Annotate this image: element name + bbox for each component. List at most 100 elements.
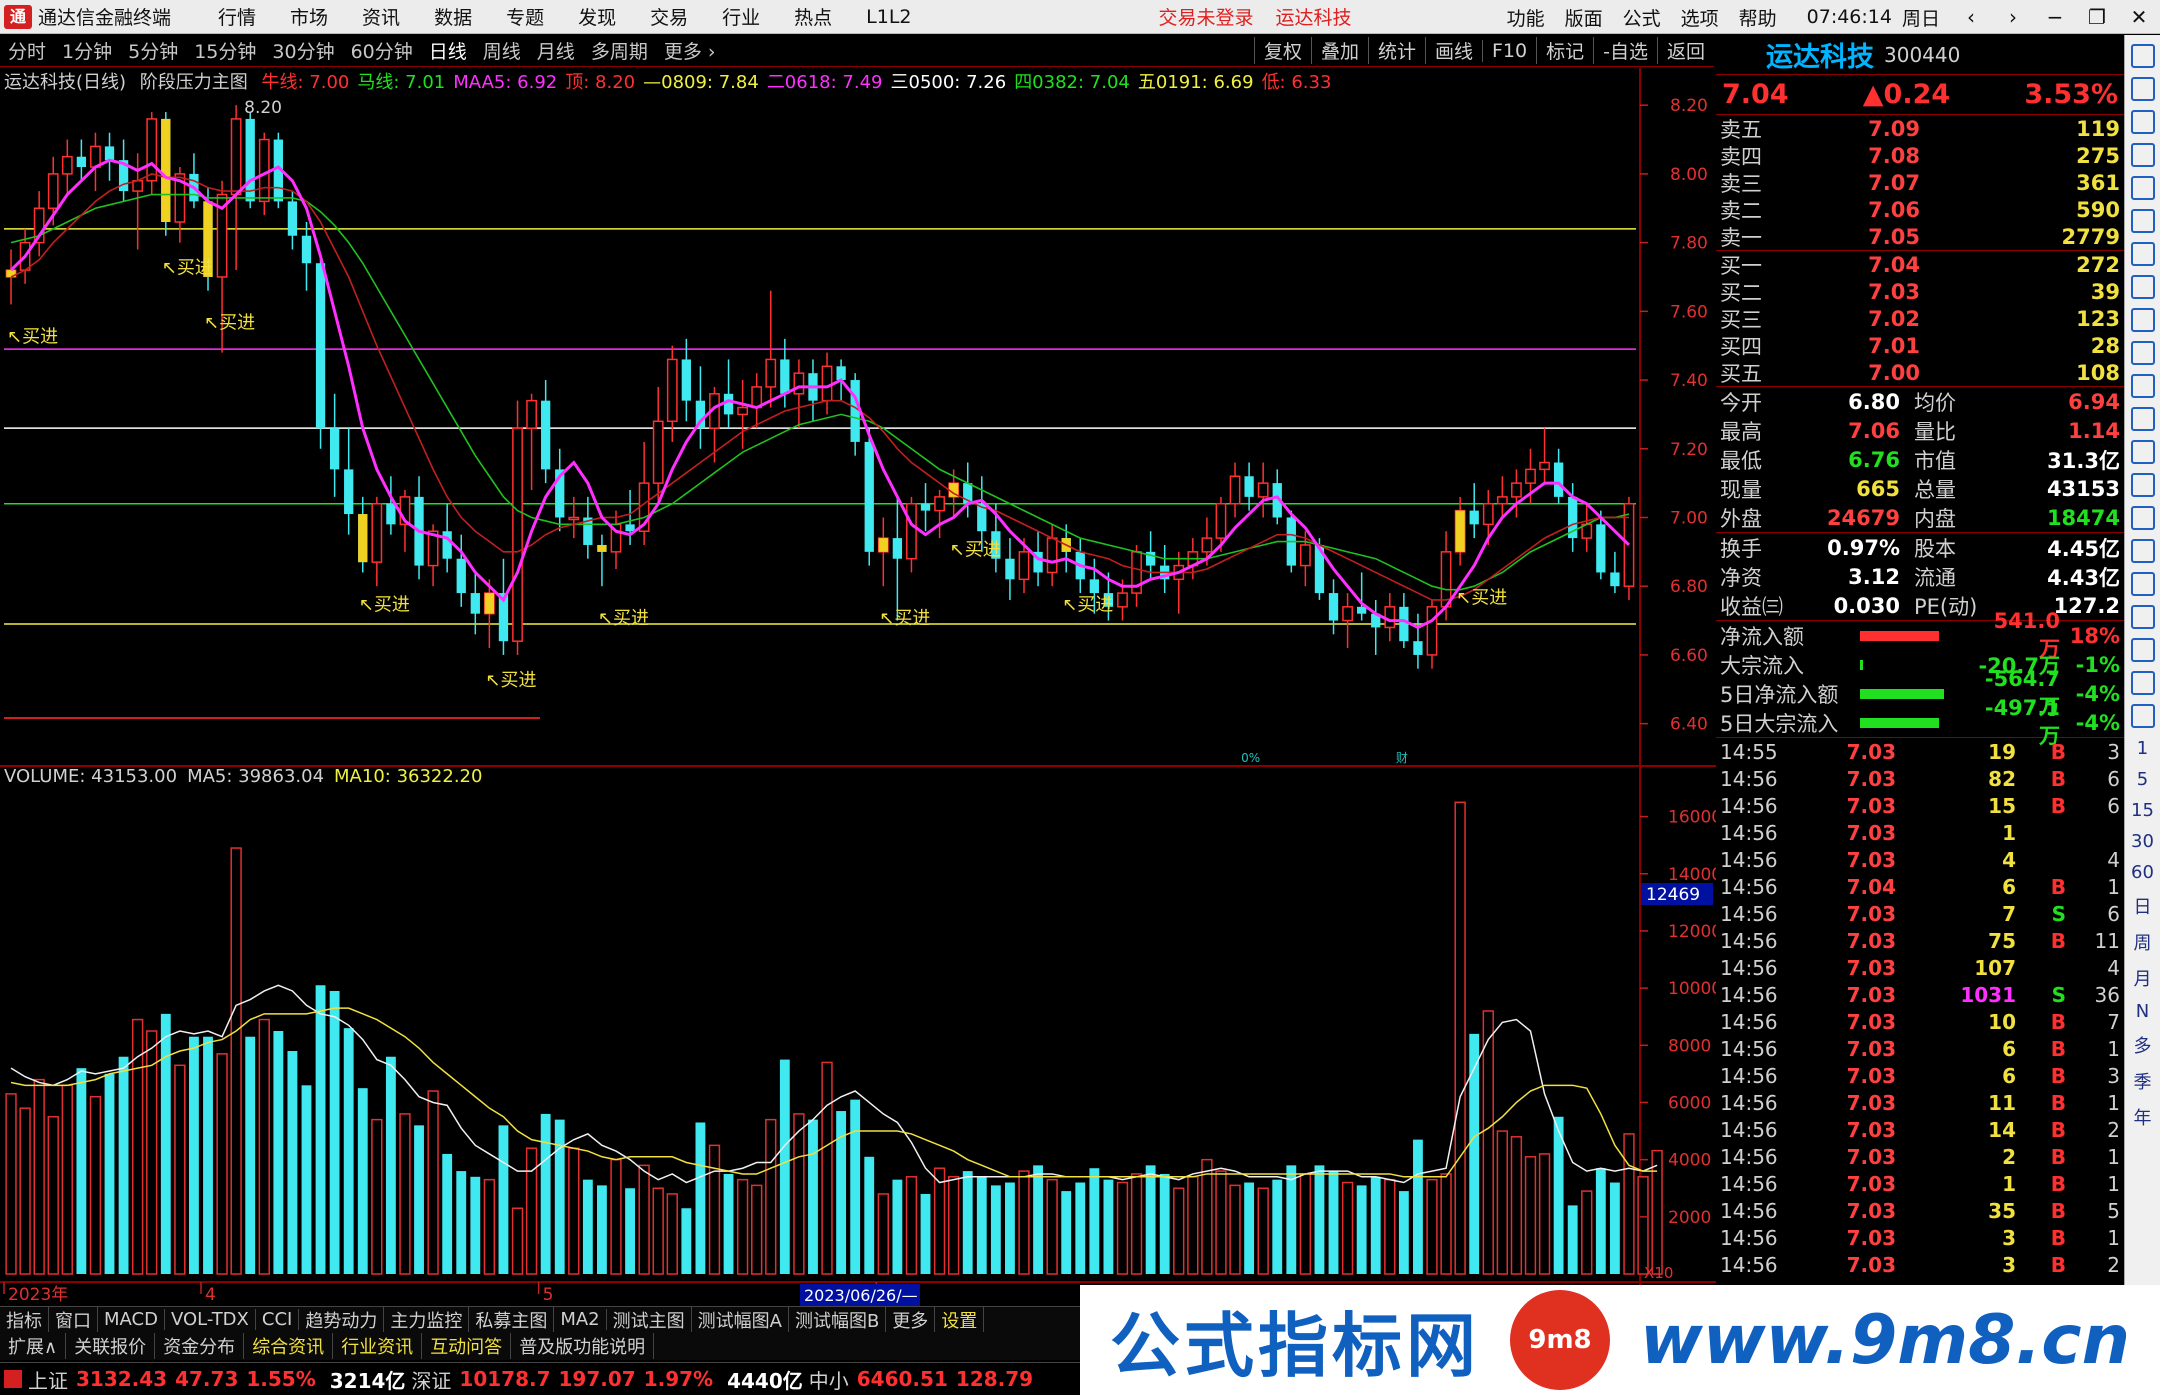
menu-faxian[interactable]: 发现 [578,3,616,30]
sidebar-period[interactable]: N [2136,1001,2149,1022]
book-row[interactable]: 买四 7.01 28 [1716,332,2124,359]
tick-row[interactable]: 14:56 7.03 1 B 1 [1716,1170,2124,1197]
index-name[interactable]: 深证 [411,1365,451,1394]
close-icon[interactable]: ✕ [2118,5,2160,29]
extension-tab[interactable]: 扩展∧ [0,1333,67,1359]
menu-bangzhu[interactable]: 帮助 [1739,4,1777,31]
table-icon[interactable] [2130,308,2155,332]
trade-login-status[interactable]: 交易未登录 [1159,3,1254,30]
tool-huaxian[interactable]: 画线 [1424,37,1482,64]
minimize-icon[interactable]: − [2034,5,2076,29]
sidebar-period[interactable]: 季 [2134,1068,2152,1094]
indicator-tab[interactable]: 主力监控 [384,1306,470,1333]
tool-f10[interactable]: F10 [1482,39,1536,62]
back-icon[interactable]: ‹ [1950,5,1992,29]
book-row[interactable]: 买一 7.04 272 [1716,251,2124,278]
tick-row[interactable]: 14:56 7.03 2 B 1 [1716,1143,2124,1170]
extension-tab[interactable]: 关联报价 [66,1333,156,1359]
indicator-tab[interactable]: 趋势动力 [299,1306,385,1333]
tick-row[interactable]: 14:56 7.03 1 [1716,819,2124,846]
indicator-tab[interactable]: 私募主图 [469,1306,555,1333]
tick-row[interactable]: 14:56 7.03 7 S 6 [1716,900,2124,927]
down-icon[interactable] [2130,110,2155,134]
f3-icon[interactable] [2130,539,2155,563]
menu-xuanxiang[interactable]: 选项 [1681,4,1719,31]
index-name[interactable]: 中小 [809,1365,849,1394]
tick-row[interactable]: 14:55 7.03 19 B 3 [1716,738,2124,765]
pen-icon[interactable] [2130,638,2155,662]
rsi-icon[interactable] [2130,572,2155,596]
indicator-tab[interactable]: MA2 [554,1309,607,1330]
tool-zixuan[interactable]: -自选 [1593,37,1657,64]
book-row[interactable]: 卖一 7.05 2779 [1716,223,2124,250]
menu-gongneng[interactable]: 功能 [1507,4,1545,31]
menu-hangqing[interactable]: 行情 [218,3,256,30]
book-row[interactable]: 买二 7.03 39 [1716,278,2124,305]
book-row[interactable]: 买五 7.00 108 [1716,359,2124,386]
tool-diejia[interactable]: 叠加 [1310,37,1368,64]
tick-row[interactable]: 14:56 7.03 107 4 [1716,954,2124,981]
indicator-tab[interactable]: CCI [256,1309,300,1330]
tag-icon[interactable] [2130,473,2155,497]
sidebar-period[interactable]: 周 [2134,929,2152,955]
menu-shuju[interactable]: 数据 [434,3,472,30]
fin-icon[interactable] [2130,341,2155,365]
menu-gongshi[interactable]: 公式 [1623,4,1661,31]
sidebar-period[interactable]: 年 [2134,1104,2152,1130]
chevron-up-icon[interactable] [2130,44,2155,68]
tick-row[interactable]: 14:56 7.03 1031 S 36 [1716,981,2124,1008]
period-daily[interactable]: 日线 [429,37,467,64]
menu-hangye[interactable]: 行业 [722,3,760,30]
tick-row[interactable]: 14:56 7.03 10 B 7 [1716,1008,2124,1035]
tick-row[interactable]: 14:56 7.03 6 B 3 [1716,1062,2124,1089]
cross-icon[interactable] [2130,275,2155,299]
indicator-tab[interactable]: 测试幅图B [789,1306,887,1333]
menu-jiaoyi[interactable]: 交易 [650,3,688,30]
tool-tongji[interactable]: 统计 [1367,37,1425,64]
tool-biaoji[interactable]: 标记 [1536,37,1593,64]
period-60min[interactable]: 60分钟 [351,37,413,64]
alpha-icon[interactable] [2130,374,2155,398]
ext-icon[interactable] [2130,704,2155,728]
book-row[interactable]: 卖二 7.06 590 [1716,196,2124,223]
f10-icon[interactable] [2130,440,2155,464]
sidebar-period[interactable]: 60 [2131,862,2154,883]
calc-icon[interactable] [2130,143,2155,167]
tick-list[interactable]: 14:55 7.03 19 B 3 14:56 7.03 82 B 6 14:56 7.03 15 B 6 1… [1716,738,2124,1278]
tick-row[interactable]: 14:56 7.03 11 B 1 [1716,1089,2124,1116]
chart-area[interactable]: 8.20 ↖买进 ↖买进 ↖买进 ↖买进 ↖买进 ↖买进 ↖买进 ↖买进 ↖买进 ↖买进 0% 财 8… [0,68,1716,1306]
menu-zixun[interactable]: 资讯 [362,3,400,30]
sidebar-period[interactable]: 日 [2134,893,2152,919]
book-row[interactable]: 卖三 7.07 361 [1716,169,2124,196]
menu-zhuanti[interactable]: 专题 [506,3,544,30]
period-1min[interactable]: 1分钟 [62,37,112,64]
extension-tab[interactable]: 资金分布 [155,1333,245,1359]
extension-tab[interactable]: 普及版功能说明 [511,1333,655,1359]
sidebar-period[interactable]: 30 [2131,831,2154,852]
indicator-tab[interactable]: MACD [98,1309,165,1330]
menu-shichang[interactable]: 市场 [290,3,328,30]
sidebar-period[interactable]: 5 [2137,769,2148,790]
sidebar-period[interactable]: 1 [2137,738,2148,759]
extension-tab[interactable]: 综合资讯 [244,1333,334,1359]
tick-row[interactable]: 14:56 7.03 3 B 1 [1716,1224,2124,1251]
sidebar-period[interactable]: 多 [2134,1032,2152,1058]
flow-icon[interactable] [2130,407,2155,431]
indicator-tab[interactable]: 测试主图 [607,1306,692,1333]
tick-row[interactable]: 14:56 7.03 15 B 6 [1716,792,2124,819]
extension-tab[interactable]: 行业资讯 [333,1333,423,1359]
restore-icon[interactable]: ❐ [2076,5,2118,29]
tick-row[interactable]: 14:56 7.04 6 B 1 [1716,873,2124,900]
sidebar-period[interactable]: 15 [2131,800,2154,821]
tick-row[interactable]: 14:56 7.03 3 B 2 [1716,1251,2124,1278]
chart-icon[interactable] [2130,209,2155,233]
forward-icon[interactable]: › [1992,5,2034,29]
period-5min[interactable]: 5分钟 [128,37,178,64]
indicator-tab[interactable]: 更多 [886,1306,936,1333]
tick-row[interactable]: 14:56 7.03 75 B 11 [1716,927,2124,954]
indicator-tab[interactable]: VOL-TDX [165,1309,256,1330]
up-icon[interactable] [2130,77,2155,101]
tick-row[interactable]: 14:56 7.03 35 B 5 [1716,1197,2124,1224]
period-monthly[interactable]: 月线 [537,37,575,64]
book-row[interactable]: 买三 7.02 123 [1716,305,2124,332]
